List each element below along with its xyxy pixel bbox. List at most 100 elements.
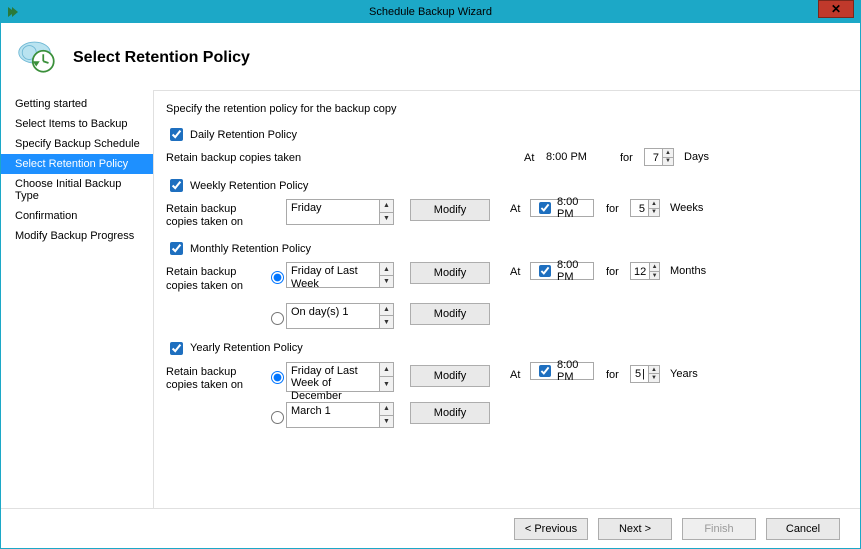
- monthly-months-spinner[interactable]: ▲ ▼: [649, 263, 659, 279]
- monthly-modify-button-1[interactable]: Modify: [410, 262, 490, 284]
- main-panel: Specify the retention policy for the bac…: [153, 90, 860, 509]
- yearly-at-value: 8:00 PM: [557, 359, 589, 383]
- chevron-up-icon[interactable]: ▲: [649, 200, 659, 209]
- chevron-down-icon[interactable]: ▼: [650, 272, 659, 280]
- yearly-opt2-spinner[interactable]: ▲ ▼: [379, 403, 393, 427]
- monthly-at-value: 8:00 PM: [557, 259, 589, 283]
- chevron-up-icon[interactable]: ▲: [380, 304, 393, 317]
- chevron-up-icon[interactable]: ▲: [380, 403, 393, 416]
- yearly-opt1-spinner[interactable]: ▲ ▼: [379, 363, 393, 391]
- yearly-for-label: for: [606, 362, 626, 381]
- chevron-up-icon[interactable]: ▲: [663, 149, 673, 158]
- sidebar-item-getting-started[interactable]: Getting started: [1, 94, 153, 114]
- yearly-checkbox[interactable]: [170, 342, 183, 355]
- close-button[interactable]: ✕: [818, 0, 854, 18]
- monthly-opt1-value: Friday of Last Week: [287, 263, 379, 287]
- daily-check-label: Daily Retention Policy: [190, 129, 297, 141]
- yearly-radio-1[interactable]: [271, 371, 284, 384]
- daily-for-label: for: [620, 148, 640, 164]
- chevron-down-icon[interactable]: ▼: [649, 374, 659, 382]
- sidebar-item-choose-initial[interactable]: Choose Initial Backup Type: [1, 174, 153, 206]
- next-button[interactable]: Next >: [598, 518, 672, 540]
- yearly-row-2: March 1 ▲ ▼ Modify: [166, 402, 848, 428]
- monthly-section-check: Monthly Retention Policy: [166, 239, 848, 258]
- monthly-modify-button-2[interactable]: Modify: [410, 303, 490, 325]
- weekly-unit-label: Weeks: [670, 199, 712, 214]
- monthly-at-checkbox[interactable]: [539, 265, 551, 277]
- chevron-up-icon[interactable]: ▲: [380, 363, 393, 378]
- weekly-schedule-listbox[interactable]: Friday ▲ ▼: [286, 199, 394, 225]
- chevron-down-icon[interactable]: ▼: [380, 377, 393, 391]
- monthly-months-input[interactable]: 12 ▲ ▼: [630, 262, 660, 280]
- weekly-row: Retain backup copies taken on Friday ▲ ▼…: [166, 199, 848, 229]
- weekly-at-label: At: [510, 199, 524, 215]
- wizard-footer: < Previous Next > Finish Cancel: [1, 508, 860, 548]
- previous-button[interactable]: < Previous: [514, 518, 588, 540]
- yearly-check-label: Yearly Retention Policy: [190, 342, 303, 354]
- monthly-opt1-listbox[interactable]: Friday of Last Week ▲ ▼: [286, 262, 394, 288]
- daily-checkbox[interactable]: [170, 128, 183, 141]
- yearly-at-checkbox[interactable]: [539, 365, 551, 377]
- daily-unit-label: Days: [684, 148, 726, 163]
- monthly-opt2-spinner[interactable]: ▲ ▼: [379, 304, 393, 328]
- weekly-modify-button[interactable]: Modify: [410, 199, 490, 221]
- window-title: Schedule Backup Wizard: [1, 6, 860, 18]
- yearly-opt1-listbox[interactable]: Friday of Last Week of December ▲ ▼: [286, 362, 394, 392]
- close-icon: ✕: [831, 2, 841, 16]
- monthly-radio-2[interactable]: [271, 312, 284, 325]
- weekly-weeks-spinner[interactable]: ▲ ▼: [648, 200, 659, 216]
- monthly-at-checkbox-group[interactable]: 8:00 PM: [530, 262, 594, 280]
- chevron-down-icon[interactable]: ▼: [380, 316, 393, 328]
- chevron-down-icon[interactable]: ▼: [380, 416, 393, 428]
- weekly-for-label: for: [606, 199, 626, 215]
- yearly-modify-button-1[interactable]: Modify: [410, 365, 490, 387]
- yearly-modify-button-2[interactable]: Modify: [410, 402, 490, 424]
- chevron-up-icon[interactable]: ▲: [380, 263, 393, 276]
- monthly-radio-1[interactable]: [271, 271, 284, 284]
- yearly-at-label: At: [510, 362, 524, 381]
- chevron-up-icon[interactable]: ▲: [650, 263, 659, 272]
- weekly-check-label: Weekly Retention Policy: [190, 180, 308, 192]
- sidebar-item-confirmation[interactable]: Confirmation: [1, 206, 153, 226]
- monthly-opt1-spinner[interactable]: ▲ ▼: [379, 263, 393, 287]
- yearly-at-checkbox-group[interactable]: 8:00 PM: [530, 362, 594, 380]
- weekly-checkbox[interactable]: [170, 179, 183, 192]
- clock-cloud-icon: [17, 35, 59, 80]
- monthly-unit-label: Months: [670, 262, 712, 277]
- sidebar-item-select-retention[interactable]: Select Retention Policy: [1, 154, 153, 174]
- monthly-for-label: for: [606, 262, 626, 278]
- weekly-schedule-spinner[interactable]: ▲ ▼: [379, 200, 393, 224]
- weekly-at-checkbox[interactable]: [539, 202, 551, 214]
- cancel-button[interactable]: Cancel: [766, 518, 840, 540]
- monthly-months-value: 12: [631, 263, 649, 279]
- chevron-down-icon[interactable]: ▼: [380, 276, 393, 288]
- monthly-opt2-listbox[interactable]: On day(s) 1 ▲ ▼: [286, 303, 394, 329]
- daily-row: Retain backup copies taken At 8:00 PM fo…: [166, 148, 848, 166]
- chevron-up-icon[interactable]: ▲: [380, 200, 393, 213]
- yearly-years-input[interactable]: 5 ▲ ▼: [630, 365, 660, 383]
- yearly-years-spinner[interactable]: ▲ ▼: [648, 366, 659, 382]
- chevron-down-icon[interactable]: ▼: [380, 213, 393, 225]
- monthly-row-2: On day(s) 1 ▲ ▼ Modify: [166, 303, 848, 329]
- daily-days-input[interactable]: 7 ▲ ▼: [644, 148, 674, 166]
- daily-days-spinner[interactable]: ▲ ▼: [662, 149, 673, 165]
- sidebar-item-select-items[interactable]: Select Items to Backup: [1, 114, 153, 134]
- chevron-up-icon[interactable]: ▲: [649, 366, 659, 375]
- finish-button: Finish: [682, 518, 756, 540]
- title-bar: Schedule Backup Wizard ✕: [1, 1, 860, 23]
- chevron-down-icon[interactable]: ▼: [663, 158, 673, 166]
- monthly-checkbox[interactable]: [170, 242, 183, 255]
- daily-days-value: 7: [645, 149, 662, 165]
- yearly-opt2-listbox[interactable]: March 1 ▲ ▼: [286, 402, 394, 428]
- weekly-at-checkbox-group[interactable]: 8:00 PM: [530, 199, 594, 217]
- weekly-schedule-value: Friday: [287, 200, 379, 224]
- yearly-years-value: 5: [631, 366, 648, 382]
- yearly-radio-2[interactable]: [271, 411, 284, 424]
- yearly-opt1-value: Friday of Last Week of December: [287, 363, 379, 391]
- sidebar-item-modify-progress[interactable]: Modify Backup Progress: [1, 226, 153, 246]
- wizard-sidebar: Getting started Select Items to Backup S…: [1, 90, 153, 509]
- monthly-retain-label: Retain backup copies taken on: [166, 262, 266, 292]
- chevron-down-icon[interactable]: ▼: [649, 209, 659, 217]
- sidebar-item-specify-schedule[interactable]: Specify Backup Schedule: [1, 134, 153, 154]
- weekly-weeks-input[interactable]: 5 ▲ ▼: [630, 199, 660, 217]
